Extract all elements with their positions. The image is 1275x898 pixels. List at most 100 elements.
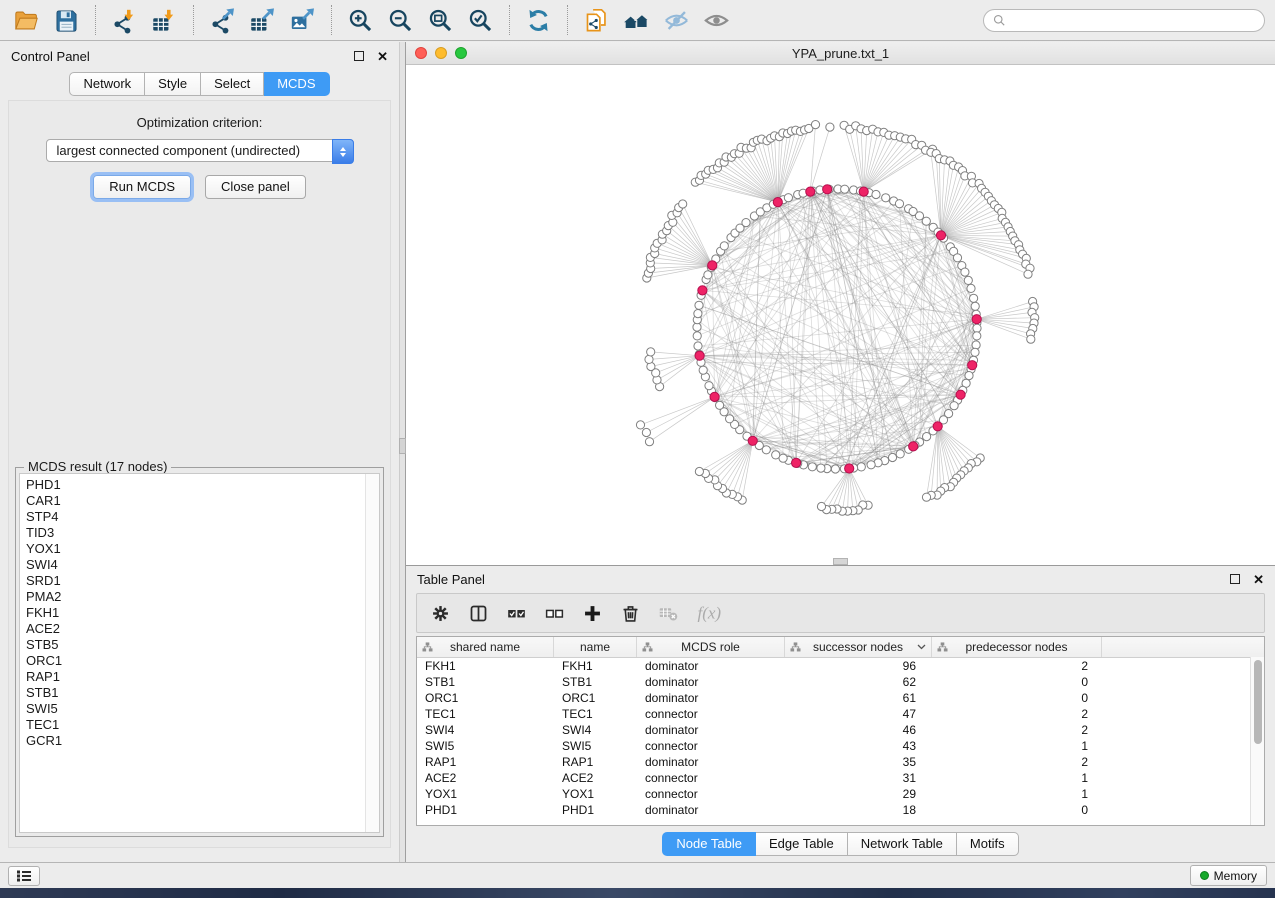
result-list-scrollbar[interactable] bbox=[365, 474, 379, 832]
cell-successor-nodes[interactable]: 62 bbox=[785, 675, 932, 689]
cell-mcds-role[interactable]: connector bbox=[637, 707, 785, 721]
run-mcds-button[interactable]: Run MCDS bbox=[93, 175, 191, 199]
close-window-icon[interactable] bbox=[415, 47, 427, 59]
cell-mcds-role[interactable]: connector bbox=[637, 771, 785, 785]
cell-predecessor-nodes[interactable]: 1 bbox=[932, 787, 1102, 801]
cell-successor-nodes[interactable]: 18 bbox=[785, 803, 932, 817]
cell-mcds-role[interactable]: connector bbox=[637, 739, 785, 753]
panel-splitter[interactable] bbox=[399, 42, 406, 862]
first-neighbors-button[interactable] bbox=[620, 4, 653, 37]
mcds-result-item[interactable]: ACE2 bbox=[26, 621, 379, 637]
mcds-result-item[interactable]: FKH1 bbox=[26, 605, 379, 621]
table-row[interactable]: SWI4SWI4dominator462 bbox=[417, 722, 1264, 738]
cell-shared-name[interactable]: PHD1 bbox=[417, 803, 554, 817]
task-history-button[interactable] bbox=[8, 866, 40, 886]
cell-name[interactable]: RAP1 bbox=[554, 755, 637, 769]
cell-mcds-role[interactable]: dominator bbox=[637, 723, 785, 737]
cell-name[interactable]: PHD1 bbox=[554, 803, 637, 817]
mcds-result-item[interactable]: CAR1 bbox=[26, 493, 379, 509]
tab-style[interactable]: Style bbox=[145, 72, 201, 96]
cell-predecessor-nodes[interactable]: 1 bbox=[932, 739, 1102, 753]
cell-successor-nodes[interactable]: 31 bbox=[785, 771, 932, 785]
column-header-predecessor-nodes[interactable]: predecessor nodes bbox=[932, 637, 1102, 657]
hide-selected-button[interactable] bbox=[660, 4, 693, 37]
cell-name[interactable]: YOX1 bbox=[554, 787, 637, 801]
mcds-result-item[interactable]: SWI4 bbox=[26, 557, 379, 573]
cell-name[interactable]: ORC1 bbox=[554, 691, 637, 705]
show-all-button[interactable] bbox=[700, 4, 733, 37]
cell-successor-nodes[interactable]: 29 bbox=[785, 787, 932, 801]
cell-successor-nodes[interactable]: 46 bbox=[785, 723, 932, 737]
column-header-shared-name[interactable]: shared name bbox=[417, 637, 554, 657]
add-row-button[interactable] bbox=[582, 603, 603, 624]
import-network-button[interactable] bbox=[108, 4, 141, 37]
table-row[interactable]: TEC1TEC1connector472 bbox=[417, 706, 1264, 722]
column-header-name[interactable]: name bbox=[554, 637, 637, 657]
cell-successor-nodes[interactable]: 96 bbox=[785, 659, 932, 673]
cell-shared-name[interactable]: ORC1 bbox=[417, 691, 554, 705]
mcds-result-item[interactable]: SWI5 bbox=[26, 701, 379, 717]
tab-edge-table[interactable]: Edge Table bbox=[756, 832, 848, 856]
float-table-panel-icon[interactable] bbox=[1230, 574, 1240, 584]
cell-shared-name[interactable]: RAP1 bbox=[417, 755, 554, 769]
criterion-select[interactable]: largest connected component (undirected) bbox=[46, 139, 354, 162]
mcds-result-item[interactable]: TEC1 bbox=[26, 717, 379, 733]
cell-predecessor-nodes[interactable]: 2 bbox=[932, 659, 1102, 673]
cell-name[interactable]: ACE2 bbox=[554, 771, 637, 785]
cell-shared-name[interactable]: YOX1 bbox=[417, 787, 554, 801]
save-button[interactable] bbox=[50, 4, 83, 37]
splitter-grip[interactable] bbox=[399, 438, 406, 454]
cell-name[interactable]: SWI5 bbox=[554, 739, 637, 753]
cell-predecessor-nodes[interactable]: 1 bbox=[932, 771, 1102, 785]
close-panel-icon[interactable]: ✕ bbox=[377, 50, 388, 63]
cell-mcds-role[interactable]: connector bbox=[637, 787, 785, 801]
tab-network[interactable]: Network bbox=[69, 72, 145, 96]
cell-successor-nodes[interactable]: 61 bbox=[785, 691, 932, 705]
table-row[interactable]: PHD1PHD1dominator180 bbox=[417, 802, 1264, 818]
column-settings-button[interactable] bbox=[430, 603, 451, 624]
cell-name[interactable]: STB1 bbox=[554, 675, 637, 689]
cell-shared-name[interactable]: STB1 bbox=[417, 675, 554, 689]
cell-predecessor-nodes[interactable]: 2 bbox=[932, 755, 1102, 769]
select-all-button[interactable] bbox=[506, 603, 527, 624]
mcds-result-item[interactable]: SRD1 bbox=[26, 573, 379, 589]
mcds-result-item[interactable]: STB1 bbox=[26, 685, 379, 701]
table-row[interactable]: YOX1YOX1connector291 bbox=[417, 786, 1264, 802]
cell-shared-name[interactable]: SWI5 bbox=[417, 739, 554, 753]
float-panel-icon[interactable] bbox=[354, 51, 364, 61]
cell-shared-name[interactable]: ACE2 bbox=[417, 771, 554, 785]
horizontal-splitter-grip[interactable] bbox=[833, 558, 848, 565]
tab-motifs[interactable]: Motifs bbox=[957, 832, 1019, 856]
mcds-result-item[interactable]: YOX1 bbox=[26, 541, 379, 557]
cell-name[interactable]: FKH1 bbox=[554, 659, 637, 673]
delete-row-button[interactable] bbox=[620, 603, 641, 624]
export-image-button[interactable] bbox=[286, 4, 319, 37]
cell-mcds-role[interactable]: dominator bbox=[637, 755, 785, 769]
mcds-result-item[interactable]: STP4 bbox=[26, 509, 379, 525]
tab-mcds[interactable]: MCDS bbox=[264, 72, 329, 96]
tab-select[interactable]: Select bbox=[201, 72, 264, 96]
zoom-fit-button[interactable] bbox=[424, 4, 457, 37]
tab-node-table[interactable]: Node Table bbox=[662, 832, 756, 856]
network-canvas[interactable] bbox=[406, 65, 1275, 565]
table-scrollbar-thumb[interactable] bbox=[1254, 660, 1262, 744]
import-table-button[interactable] bbox=[148, 4, 181, 37]
cell-successor-nodes[interactable]: 35 bbox=[785, 755, 932, 769]
memory-button[interactable]: Memory bbox=[1190, 865, 1267, 886]
table-row[interactable]: STB1STB1dominator620 bbox=[417, 674, 1264, 690]
cell-predecessor-nodes[interactable]: 0 bbox=[932, 691, 1102, 705]
cell-successor-nodes[interactable]: 47 bbox=[785, 707, 932, 721]
zoom-out-button[interactable] bbox=[384, 4, 417, 37]
duplicate-network-button[interactable] bbox=[580, 4, 613, 37]
cell-predecessor-nodes[interactable]: 2 bbox=[932, 707, 1102, 721]
zoom-selected-button[interactable] bbox=[464, 4, 497, 37]
mcds-result-item[interactable]: GCR1 bbox=[26, 733, 379, 749]
table-row[interactable]: ACE2ACE2connector311 bbox=[417, 770, 1264, 786]
cell-shared-name[interactable]: FKH1 bbox=[417, 659, 554, 673]
cell-predecessor-nodes[interactable]: 0 bbox=[932, 803, 1102, 817]
export-table-button[interactable] bbox=[246, 4, 279, 37]
minimize-window-icon[interactable] bbox=[435, 47, 447, 59]
export-network-button[interactable] bbox=[206, 4, 239, 37]
zoom-in-button[interactable] bbox=[344, 4, 377, 37]
cell-shared-name[interactable]: SWI4 bbox=[417, 723, 554, 737]
